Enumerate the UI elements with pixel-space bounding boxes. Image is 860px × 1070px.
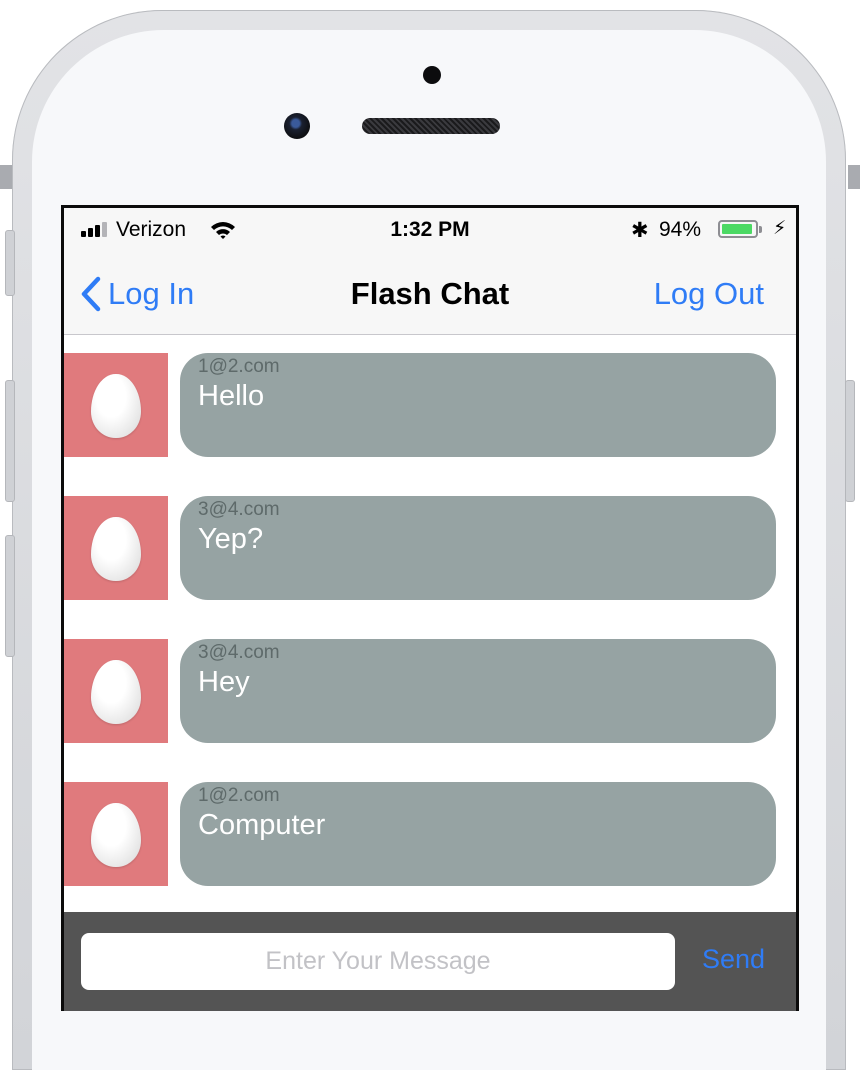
egg-icon: [91, 803, 141, 867]
avatar: [64, 496, 168, 600]
charging-icon: ⚡: [773, 218, 787, 239]
message-sender: 1@2.com: [198, 356, 280, 377]
bluetooth-icon: ✱: [631, 219, 649, 242]
proximity-sensor: [423, 66, 441, 84]
antenna-band-left: [0, 165, 12, 189]
message-bubble: 3@4.com Hey: [180, 639, 776, 743]
status-bar: Verizon 1:32 PM ✱ 94% ⚡: [64, 208, 796, 252]
message-cell: 3@4.com Hey: [64, 639, 796, 743]
message-text: Hey: [198, 666, 250, 698]
avatar: [64, 782, 168, 886]
power-button: [845, 380, 855, 502]
message-text: Yep?: [198, 523, 264, 555]
message-cell: 3@4.com Yep?: [64, 496, 796, 600]
volume-down-button: [5, 535, 15, 657]
log-out-button[interactable]: Log Out: [654, 276, 764, 312]
message-bubble: 3@4.com Yep?: [180, 496, 776, 600]
mute-switch: [5, 230, 15, 296]
navigation-bar: Log In Flash Chat Log Out: [64, 252, 796, 335]
volume-up-button: [5, 380, 15, 502]
battery-percent: 94%: [659, 218, 702, 241]
message-text: Hello: [198, 380, 265, 412]
avatar: [64, 639, 168, 743]
egg-icon: [91, 660, 141, 724]
app-screen: Verizon 1:32 PM ✱ 94% ⚡ Log In Flash Cha…: [61, 205, 799, 1011]
message-sender: 1@2.com: [198, 785, 280, 806]
egg-icon: [91, 374, 141, 438]
battery-level-fill: [722, 224, 752, 234]
battery-icon: [718, 220, 758, 238]
battery-cap: [759, 226, 762, 233]
message-cell: 1@2.com Computer: [64, 782, 796, 886]
message-sender: 3@4.com: [198, 499, 280, 520]
front-camera: [284, 113, 310, 139]
antenna-band-right: [848, 165, 860, 189]
message-bubble: 1@2.com Hello: [180, 353, 776, 457]
earpiece-speaker: [362, 118, 500, 134]
egg-icon: [91, 517, 141, 581]
message-cell: 1@2.com Hello: [64, 353, 796, 457]
message-bubble: 1@2.com Computer: [180, 782, 776, 886]
message-sender: 3@4.com: [198, 642, 280, 663]
message-text: Computer: [198, 809, 326, 841]
send-button[interactable]: Send: [702, 944, 765, 975]
message-composer: Send: [64, 912, 796, 1011]
avatar: [64, 353, 168, 457]
message-input[interactable]: [81, 933, 675, 990]
